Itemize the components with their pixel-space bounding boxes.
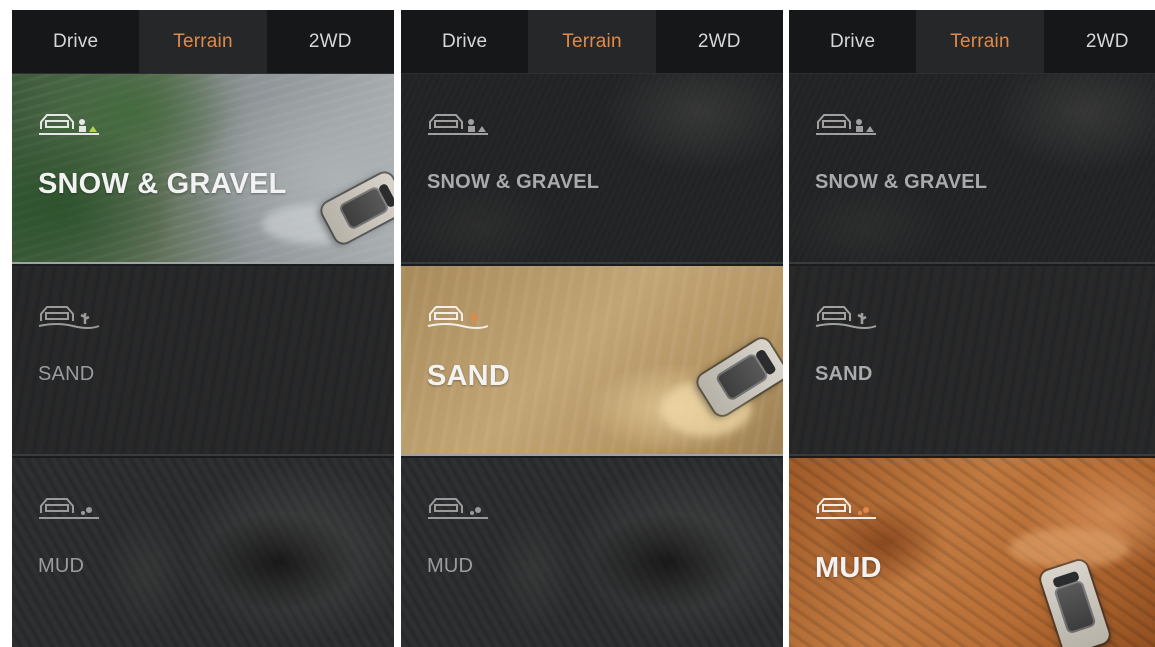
- terrain-label-mud: MUD: [815, 552, 882, 584]
- terrain-option-snow-gravel[interactable]: SNOW & GRAVEL: [789, 74, 1155, 264]
- tab-2wd[interactable]: 2WD: [656, 10, 783, 73]
- terrain-option-sand[interactable]: SAND: [401, 266, 783, 456]
- car-sand-icon: [37, 301, 101, 331]
- car-mud-icon: [37, 493, 101, 523]
- car-sand-icon: [426, 301, 490, 331]
- terrain-screen-sand-selected: Drive Terrain 2WD SNOW & GRAVEL SAND MUD: [401, 10, 783, 647]
- terrain-label-sand: SAND: [427, 360, 510, 392]
- tab-terrain[interactable]: Terrain: [916, 10, 1044, 73]
- car-mud-icon: [426, 493, 490, 523]
- tab-2wd[interactable]: 2WD: [267, 10, 394, 73]
- terrain-option-mud[interactable]: MUD: [789, 458, 1155, 647]
- tab-bar: Drive Terrain 2WD: [789, 10, 1155, 74]
- terrain-label-mud: MUD: [427, 555, 474, 577]
- terrain-option-mud[interactable]: MUD: [401, 458, 783, 647]
- tab-terrain[interactable]: Terrain: [139, 10, 267, 73]
- terrain-option-snow-gravel[interactable]: SNOW & GRAVEL: [12, 74, 394, 264]
- car-snow-gravel-icon: [426, 109, 490, 139]
- tab-2wd[interactable]: 2WD: [1044, 10, 1155, 73]
- terrain-label-mud: MUD: [38, 555, 85, 577]
- tab-bar: Drive Terrain 2WD: [401, 10, 783, 74]
- terrain-label-snow-gravel: SNOW & GRAVEL: [38, 168, 287, 200]
- terrain-option-sand[interactable]: SAND: [12, 266, 394, 456]
- terrain-mode-screens: Drive Terrain 2WD SNOW & GRAVEL SAND MUD…: [0, 0, 1155, 647]
- car-sand-icon: [814, 301, 878, 331]
- terrain-label-snow-gravel: SNOW & GRAVEL: [815, 171, 988, 193]
- terrain-screen-snow-selected: Drive Terrain 2WD SNOW & GRAVEL SAND MUD: [12, 10, 394, 647]
- tab-bar: Drive Terrain 2WD: [12, 10, 394, 74]
- terrain-option-sand[interactable]: SAND: [789, 266, 1155, 456]
- tab-drive[interactable]: Drive: [401, 10, 528, 73]
- terrain-label-snow-gravel: SNOW & GRAVEL: [427, 171, 600, 193]
- vehicle-image: [1038, 558, 1112, 647]
- car-snow-gravel-icon: [37, 109, 101, 139]
- terrain-label-sand: SAND: [38, 363, 95, 385]
- terrain-label-sand: SAND: [815, 363, 873, 385]
- tab-drive[interactable]: Drive: [789, 10, 916, 73]
- terrain-screen-mud-selected: Drive Terrain 2WD SNOW & GRAVEL SAND MUD: [789, 10, 1155, 647]
- tab-terrain[interactable]: Terrain: [528, 10, 656, 73]
- terrain-option-snow-gravel[interactable]: SNOW & GRAVEL: [401, 74, 783, 264]
- terrain-option-mud[interactable]: MUD: [12, 458, 394, 647]
- car-snow-gravel-icon: [814, 109, 878, 139]
- mud-spray: [1009, 528, 1129, 568]
- car-mud-icon: [814, 493, 878, 523]
- tab-drive[interactable]: Drive: [12, 10, 139, 73]
